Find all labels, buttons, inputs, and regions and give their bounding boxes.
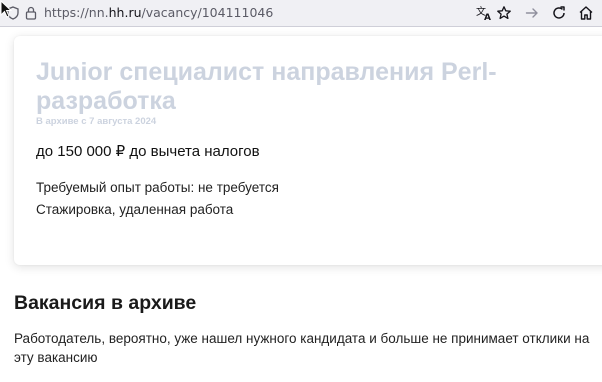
mouse-pointer-icon [0, 0, 13, 18]
experience-requirement: Требуемый опыт работы: не требуется [36, 180, 279, 195]
salary: до 150 000 ₽ до вычета налогов [36, 143, 260, 160]
url-prefix: https://nn. [44, 5, 109, 20]
address-bar-url[interactable]: https://nn.hh.ru/vacancy/104111046 [44, 5, 273, 20]
lock-icon[interactable] [25, 6, 37, 20]
archive-notice-text: Работодатель, вероятно, уже нашел нужног… [14, 331, 590, 365]
url-host: hh.ru [108, 5, 142, 20]
bookmark-star-icon[interactable] [496, 5, 512, 21]
browser-toolbar: https://nn.hh.ru/vacancy/104111046 文A [0, 0, 602, 27]
url-path: /vacancy/104111046 [141, 5, 274, 20]
vacancy-card: Junior специалист направления Perl-разра… [14, 36, 602, 265]
translate-icon[interactable]: 文A [476, 5, 492, 23]
archived-date: В архиве с 7 августа 2024 [36, 116, 157, 127]
archive-notice-title: Вакансия в архиве [14, 292, 197, 314]
vacancy-title: Junior специалист направления Perl-разра… [36, 58, 497, 115]
employment-type: Стажировка, удаленная работа [36, 202, 234, 217]
forward-arrow-icon[interactable] [524, 5, 540, 21]
home-icon[interactable] [578, 5, 594, 21]
svg-text:A: A [484, 13, 491, 21]
reload-icon[interactable] [551, 5, 567, 21]
